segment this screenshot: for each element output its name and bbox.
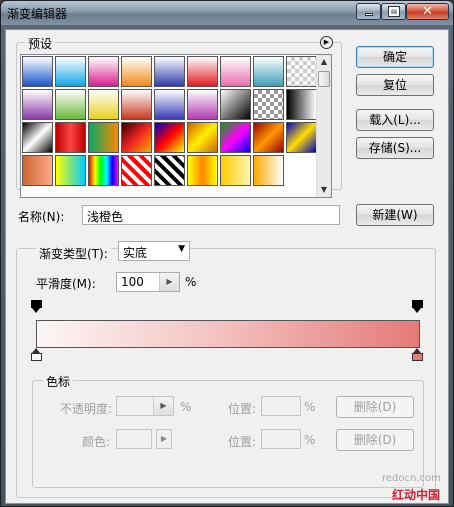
save-button[interactable]: 存储(S)... (356, 137, 434, 159)
preset-swatch[interactable] (121, 89, 152, 120)
chevron-down-icon: ▼ (178, 244, 185, 254)
preset-swatch[interactable] (253, 56, 284, 87)
minimize-icon (365, 13, 373, 16)
preset-swatch[interactable] (55, 89, 86, 120)
opacity-stop-right[interactable] (412, 300, 423, 313)
opacity-location-unit: % (304, 400, 316, 414)
maximize-button[interactable] (381, 3, 406, 20)
preset-swatch[interactable] (121, 122, 152, 153)
smoothness-dropdown-icon[interactable]: ▶ (159, 273, 179, 291)
reset-button[interactable]: 复位 (356, 74, 434, 96)
preset-swatch[interactable] (154, 89, 185, 120)
preset-swatch[interactable] (220, 56, 251, 87)
preset-swatch[interactable] (253, 155, 284, 186)
preset-swatch[interactable] (88, 89, 119, 120)
gradient-type-value: 实底 (123, 246, 148, 260)
color-location-input[interactable] (261, 429, 301, 449)
stop-color-swatch[interactable] (116, 429, 152, 449)
dialog-body: 预设 ▶ ▲ ▼ 确定 复位 载入(L)... 存储(S)... 名称(N): … (5, 29, 449, 504)
close-button[interactable]: ✕ (406, 3, 449, 20)
opacity-location-input[interactable] (261, 396, 301, 416)
opacity-dropdown-icon[interactable]: ▶ (153, 397, 173, 415)
opacity-label: 不透明度: (60, 402, 113, 416)
preset-swatch[interactable] (187, 122, 218, 153)
watermark-brand: 红动中国 (392, 488, 441, 502)
preset-swatch[interactable] (154, 122, 185, 153)
preset-swatch[interactable] (55, 56, 86, 87)
smoothness-value: 100 (121, 275, 144, 289)
watermark-site: redocn.com (382, 473, 441, 484)
preset-swatch[interactable] (286, 89, 317, 120)
scroll-up-icon[interactable]: ▲ (317, 55, 331, 69)
preset-swatch[interactable] (88, 122, 119, 153)
preset-swatch[interactable] (22, 56, 53, 87)
load-button[interactable]: 载入(L)... (356, 109, 434, 131)
preset-swatch[interactable] (22, 89, 53, 120)
new-button[interactable]: 新建(W) (356, 204, 434, 226)
preset-swatch[interactable] (253, 89, 284, 120)
opacity-stop-left[interactable] (31, 300, 42, 313)
delete-color-stop-button[interactable]: 删除(D) (336, 429, 414, 451)
maximize-icon (388, 6, 400, 17)
name-input[interactable]: 浅橙色 (82, 205, 340, 225)
color-dropdown-icon[interactable]: ▶ (156, 429, 172, 449)
smoothness-label: 平滑度(M): (36, 277, 96, 291)
smoothness-unit: % (185, 275, 197, 289)
smoothness-input[interactable]: 100 ▶ (116, 272, 180, 292)
preset-swatch[interactable] (220, 89, 251, 120)
preset-swatch-list: ▲ ▼ (20, 54, 332, 198)
preset-swatch[interactable] (220, 155, 251, 186)
opacity-unit: % (180, 400, 192, 414)
preset-swatch[interactable] (187, 155, 218, 186)
presets-menu-icon[interactable]: ▶ (320, 36, 333, 49)
preset-swatch[interactable] (154, 155, 185, 186)
scroll-down-icon[interactable]: ▼ (317, 183, 331, 197)
preset-swatch[interactable] (22, 155, 53, 186)
delete-opacity-stop-button[interactable]: 删除(D) (336, 396, 414, 418)
opacity-location-label: 位置: (228, 402, 257, 416)
preset-swatch[interactable] (253, 122, 284, 153)
preset-swatch[interactable] (187, 56, 218, 87)
preset-swatch[interactable] (88, 56, 119, 87)
close-icon: ✕ (422, 4, 433, 19)
color-stop-right[interactable] (412, 348, 423, 361)
color-label: 颜色: (82, 435, 111, 449)
ok-button[interactable]: 确定 (356, 46, 434, 68)
title-bar[interactable]: 渐变编辑器 ✕ (1, 1, 453, 25)
gradient-type-select[interactable]: 实底 ▼ (118, 241, 190, 261)
preset-swatch[interactable] (220, 122, 251, 153)
window-title: 渐变编辑器 (7, 7, 68, 21)
preset-swatch[interactable] (88, 155, 119, 186)
presets-legend: 预设 (25, 35, 56, 52)
preset-swatch[interactable] (121, 155, 152, 186)
preset-swatch[interactable] (187, 89, 218, 120)
color-stops-legend: 色标 (43, 373, 74, 390)
preset-swatch-grid (22, 56, 318, 186)
preset-swatch[interactable] (55, 122, 86, 153)
gradient-editor-window: 渐变编辑器 ✕ 预设 ▶ ▲ ▼ 确定 复位 载入(L)... 存储(S)...… (0, 0, 454, 507)
color-location-label: 位置: (228, 435, 257, 449)
preset-swatch[interactable] (286, 56, 317, 87)
gradient-type-label: 渐变类型(T): (36, 245, 111, 262)
preset-swatch[interactable] (121, 56, 152, 87)
preset-swatch[interactable] (286, 122, 317, 153)
color-stop-left[interactable] (31, 348, 42, 361)
scroll-thumb[interactable] (318, 71, 330, 87)
gradient-preview-bar[interactable] (36, 320, 420, 348)
preset-scrollbar[interactable]: ▲ ▼ (316, 55, 331, 197)
preset-swatch[interactable] (55, 155, 86, 186)
name-label: 名称(N): (18, 210, 65, 224)
preset-swatch[interactable] (22, 122, 53, 153)
minimize-button[interactable] (356, 3, 381, 20)
preset-swatch[interactable] (154, 56, 185, 87)
opacity-input[interactable]: ▶ (116, 396, 174, 416)
color-location-unit: % (304, 433, 316, 447)
